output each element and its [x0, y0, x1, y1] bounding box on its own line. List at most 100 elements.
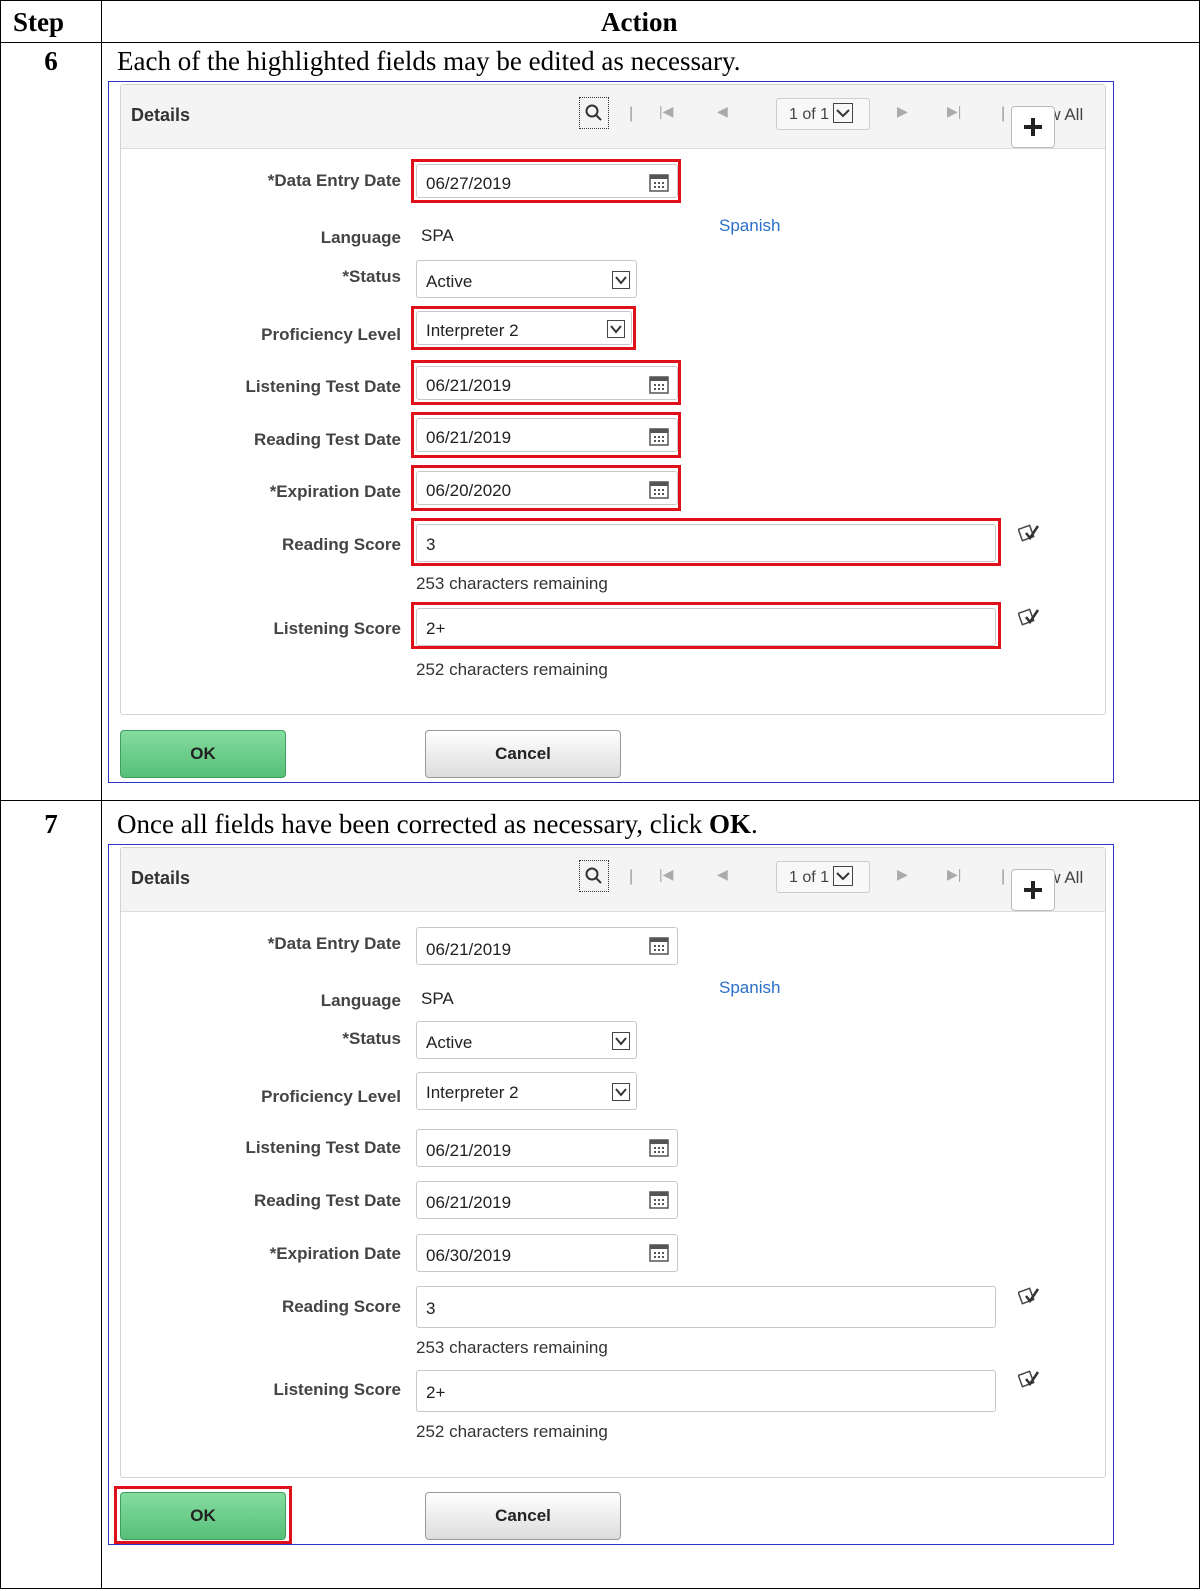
expiration-date-label: *Expiration Date	[269, 1244, 401, 1263]
reading-score-remaining: 253 characters remaining	[416, 574, 608, 593]
calendar-icon[interactable]	[649, 1242, 669, 1262]
reading-score-value: 3	[426, 1299, 436, 1318]
column-divider	[101, 1, 102, 1588]
calendar-icon[interactable]	[649, 1137, 669, 1157]
cancel-button-label: Cancel	[495, 1506, 551, 1525]
listening-test-date-value: 06/21/2019	[426, 1141, 512, 1160]
reading-score-label: Reading Score	[281, 1297, 401, 1316]
spell-check-icon[interactable]	[1018, 523, 1040, 543]
previous-row-icon[interactable]: ◀	[717, 866, 728, 883]
reading-test-date-value: 06/21/2019	[426, 1193, 512, 1212]
last-row-icon[interactable]: ▶|	[947, 866, 961, 883]
status-select[interactable]: Active	[416, 260, 637, 298]
step-instruction: Each of the highlighted fields may be ed…	[117, 46, 741, 76]
details-grid: Details | |◀ ◀ 1 of 1 ▶ ▶| | View All	[120, 847, 1106, 1478]
reading-test-date-field[interactable]: 06/21/2019	[416, 1181, 678, 1219]
expiration-date-field[interactable]: 06/30/2019	[416, 1234, 678, 1272]
details-panel-screenshot: Details | |◀ ◀ 1 of 1 ▶ ▶| | View All	[108, 844, 1114, 1545]
ok-button[interactable]: OK	[120, 730, 286, 778]
first-row-icon[interactable]: |◀	[659, 866, 673, 883]
proficiency-level-value: Interpreter 2	[426, 1083, 519, 1102]
previous-row-icon[interactable]: ◀	[717, 103, 728, 120]
cancel-button[interactable]: Cancel	[425, 730, 621, 778]
chevron-down-icon[interactable]	[833, 866, 853, 886]
expiration-date-label: *Expiration Date	[269, 482, 401, 501]
next-row-icon[interactable]: ▶	[897, 103, 908, 120]
row-counter-text: 1 of 1	[789, 869, 830, 886]
add-row-button[interactable]	[1011, 106, 1055, 148]
data-entry-date-field[interactable]: 06/21/2019	[416, 927, 678, 965]
listening-score-label: Listening Score	[273, 1380, 401, 1399]
spell-check-icon[interactable]	[1018, 607, 1040, 627]
highlight-box	[114, 1486, 292, 1544]
next-row-icon[interactable]: ▶	[897, 866, 908, 883]
header-action: Action	[601, 7, 678, 37]
proficiency-level-select[interactable]: Interpreter 2	[416, 1072, 637, 1110]
listening-test-date-field[interactable]: 06/21/2019	[416, 1129, 678, 1167]
grid-header: Details | |◀ ◀ 1 of 1 ▶ ▶| | View All	[121, 848, 1105, 912]
listening-score-remaining: 252 characters remaining	[416, 1422, 608, 1441]
separator: |	[1001, 868, 1006, 885]
data-entry-date-label: *Data Entry Date	[267, 171, 401, 190]
status-label: *Status	[342, 1029, 401, 1048]
grid-title: Details	[131, 868, 191, 888]
status-label: *Status	[342, 267, 401, 286]
language-description: Spanish	[719, 978, 781, 997]
listening-score-remaining: 252 characters remaining	[416, 660, 608, 679]
instruction-table: Step Action 6 Each of the highlighted fi…	[0, 0, 1200, 1589]
chevron-down-icon[interactable]	[612, 271, 630, 289]
highlight-box	[411, 465, 681, 511]
spell-check-icon[interactable]	[1018, 1286, 1040, 1306]
separator: |	[629, 868, 634, 885]
cancel-button[interactable]: Cancel	[425, 1492, 621, 1540]
language-value: SPA	[421, 989, 454, 1008]
header-divider	[1, 42, 1199, 43]
language-description: Spanish	[719, 216, 781, 235]
row-counter[interactable]: 1 of 1	[776, 98, 870, 130]
chevron-down-icon[interactable]	[833, 103, 853, 123]
grid-title: Details	[131, 105, 191, 125]
data-entry-date-value: 06/21/2019	[426, 940, 512, 959]
calendar-icon[interactable]	[649, 1189, 669, 1209]
details-panel-screenshot: Details | |◀ ◀ 1 of 1 ▶ ▶| | View All	[108, 81, 1114, 783]
proficiency-level-label: Proficiency Level	[261, 1087, 401, 1106]
chevron-down-icon[interactable]	[612, 1083, 630, 1101]
chevron-down-icon[interactable]	[612, 1032, 630, 1050]
listening-test-date-label: Listening Test Date	[245, 377, 401, 396]
listening-score-label: Listening Score	[273, 619, 401, 638]
listening-score-field[interactable]: 2+	[416, 1370, 996, 1412]
row-counter[interactable]: 1 of 1	[776, 861, 870, 893]
step-number: 6	[44, 46, 58, 76]
spell-check-icon[interactable]	[1018, 1369, 1040, 1389]
last-row-icon[interactable]: ▶|	[947, 103, 961, 120]
find-button[interactable]	[579, 97, 609, 129]
listening-test-date-label: Listening Test Date	[245, 1138, 401, 1157]
first-row-icon[interactable]: |◀	[659, 103, 673, 120]
step-instruction: Once all fields have been corrected as n…	[117, 809, 758, 839]
cancel-button-label: Cancel	[495, 744, 551, 763]
reading-score-field[interactable]: 3	[416, 1286, 996, 1328]
add-row-button[interactable]	[1011, 869, 1055, 911]
language-label: Language	[320, 991, 401, 1010]
separator: |	[1001, 105, 1006, 122]
highlight-box	[411, 518, 1001, 566]
plus-icon	[1024, 881, 1042, 899]
header-step: Step	[13, 7, 65, 37]
highlight-box	[411, 412, 681, 458]
ok-button-label: OK	[190, 744, 216, 763]
reading-score-label: Reading Score	[281, 535, 401, 554]
language-value: SPA	[421, 226, 454, 245]
magnifier-icon	[585, 867, 602, 884]
calendar-icon[interactable]	[649, 935, 669, 955]
status-value: Active	[426, 272, 473, 291]
data-entry-date-label: *Data Entry Date	[267, 934, 401, 953]
find-button[interactable]	[579, 860, 609, 892]
reading-test-date-label: Reading Test Date	[253, 430, 401, 449]
expiration-date-value: 06/30/2019	[426, 1246, 512, 1265]
status-select[interactable]: Active	[416, 1021, 637, 1059]
language-label: Language	[320, 228, 401, 247]
reading-score-remaining: 253 characters remaining	[416, 1338, 608, 1357]
row-counter-text: 1 of 1	[789, 106, 830, 123]
listening-score-value: 2+	[426, 1383, 446, 1402]
highlight-box	[411, 602, 1001, 649]
